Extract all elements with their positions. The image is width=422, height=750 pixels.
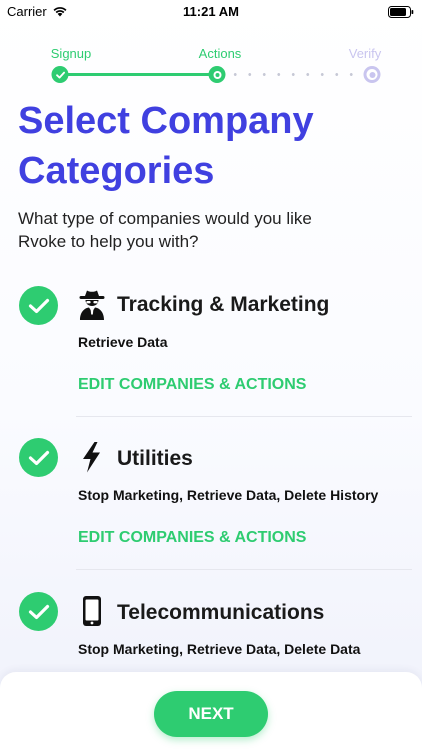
status-time: 11:21 AM <box>183 4 239 19</box>
step-pending-dots <box>228 73 360 76</box>
battery-icon <box>388 5 414 23</box>
step-verify-label: Verify <box>348 46 382 61</box>
spy-icon <box>78 288 106 320</box>
category-title: Tracking & Marketing <box>117 293 330 316</box>
step-actions-current-icon <box>208 66 226 83</box>
category-title: Utilities <box>117 447 193 470</box>
divider <box>76 416 412 417</box>
step-progress-line <box>60 73 217 76</box>
category-actions: Stop Marketing, Retrieve Data, Delete Da… <box>78 641 361 657</box>
edit-companies-actions-link[interactable]: EDIT COMPANIES & ACTIONS <box>78 376 306 394</box>
page-title: Select Company Categories <box>18 100 314 192</box>
category-title: Telecommunications <box>117 601 325 624</box>
divider <box>76 569 412 570</box>
checkmark-circle-icon[interactable] <box>19 592 58 631</box>
category-actions: Stop Marketing, Retrieve Data, Delete Hi… <box>78 487 379 503</box>
next-button[interactable]: NEXT <box>154 691 268 737</box>
checkmark-circle-icon[interactable] <box>19 286 58 325</box>
step-signup-complete-icon <box>51 66 69 83</box>
category-actions: Retrieve Data <box>78 334 168 350</box>
edit-companies-actions-link[interactable]: EDIT COMPANIES & ACTIONS <box>78 529 306 547</box>
step-signup-label: Signup <box>50 46 92 61</box>
mobile-phone-icon <box>78 595 106 627</box>
checkmark-circle-icon[interactable] <box>19 438 58 477</box>
progress-stepper: Signup Actions Verify <box>0 44 422 88</box>
step-verify-pending-icon <box>363 66 381 83</box>
status-bar: Carrier 11:21 AM <box>0 0 422 24</box>
lightning-bolt-icon <box>78 441 106 473</box>
footer-bar: NEXT <box>0 672 422 750</box>
step-actions-label: Actions <box>198 46 242 61</box>
page-subtitle: What type of companies would you like Rv… <box>18 209 312 251</box>
